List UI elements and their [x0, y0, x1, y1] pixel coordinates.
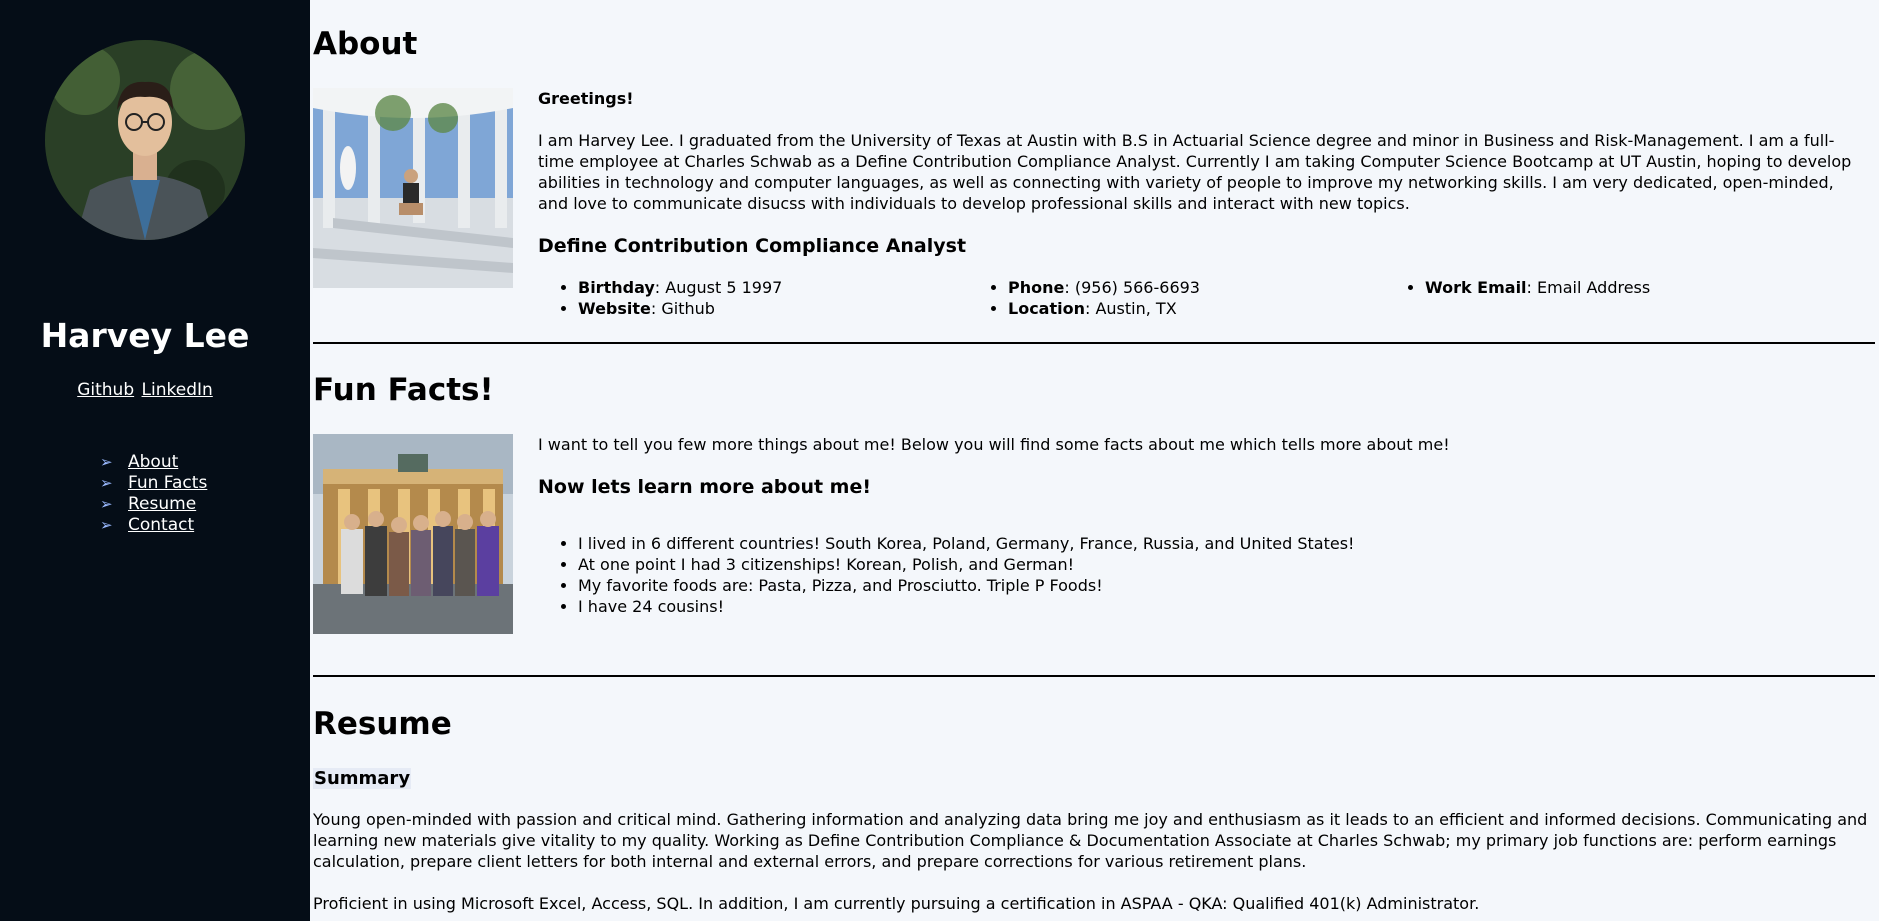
fun-facts-subheading: Now lets learn more about me! [538, 476, 872, 498]
about-paragraph: I am Harvey Lee. I graduated from the Un… [538, 131, 1852, 213]
nav-item-contact: ➢ Contact [100, 515, 207, 536]
sidebar: Harvey Lee Github LinkedIn ➢ About ➢ Fun… [0, 0, 310, 921]
about-photo [313, 88, 513, 288]
main-content: About Greetings! I am Harvey Lee. I grad… [313, 0, 1875, 921]
resume-heading: Resume [313, 706, 452, 742]
phone-label: Phone [1008, 278, 1065, 297]
website-item: Website: Github [578, 298, 782, 319]
fun-facts-heading: Fun Facts! [313, 372, 494, 408]
nav-link-resume[interactable]: Resume [128, 494, 196, 515]
fun-facts-intro: I want to tell you few more things about… [538, 435, 1450, 454]
avatar [45, 40, 245, 240]
nav-item-fun-facts: ➢ Fun Facts [100, 473, 207, 494]
section-divider [313, 675, 1875, 677]
location-value: : Austin, TX [1084, 299, 1177, 318]
email-item: Work Email: Email Address [1425, 277, 1650, 298]
arrow-icon: ➢ [100, 516, 113, 534]
email-label: Work Email [1425, 278, 1527, 297]
greeting-text: Greetings! [538, 89, 634, 108]
summary-title: Summary [313, 768, 412, 789]
birthday-value: : August 5 1997 [654, 278, 783, 297]
about-heading: About [313, 26, 418, 62]
profile-photo-image [45, 40, 245, 240]
fact-item: At one point I had 3 citizenships! Korea… [578, 554, 1354, 575]
section-divider [313, 342, 1875, 344]
nav-link-about[interactable]: About [128, 452, 178, 473]
arrow-icon: ➢ [100, 474, 113, 492]
location-label: Location [1008, 299, 1085, 318]
phone-item: Phone: (956) 566-6693 [1008, 277, 1200, 298]
job-title: Define Contribution Compliance Analyst [538, 235, 967, 257]
skills-paragraph: Proficient in using Microsoft Excel, Acc… [313, 894, 1480, 913]
fact-item: I have 24 cousins! [578, 596, 1354, 617]
email-value: : Email Address [1526, 278, 1651, 297]
arrow-icon: ➢ [100, 495, 113, 513]
birthday-item: Birthday: August 5 1997 [578, 277, 782, 298]
birthday-label: Birthday [578, 278, 655, 297]
website-label: Website [578, 299, 651, 318]
fact-item: I lived in 6 different countries! South … [578, 533, 1354, 554]
fun-facts-list: I lived in 6 different countries! South … [558, 533, 1354, 617]
info-list-left: Birthday: August 5 1997 Website: Github [558, 277, 782, 319]
nav-item-resume: ➢ Resume [100, 494, 207, 515]
phone-value: : (956) 566-6693 [1064, 278, 1200, 297]
nav-link-contact[interactable]: Contact [128, 515, 194, 536]
sidebar-nav: ➢ About ➢ Fun Facts ➢ Resume ➢ Contact [100, 452, 207, 536]
fact-item: My favorite foods are: Pasta, Pizza, and… [578, 575, 1354, 596]
nav-item-about: ➢ About [100, 452, 207, 473]
linkedin-link[interactable]: LinkedIn [142, 380, 213, 400]
profile-name: Harvey Lee [40, 316, 250, 355]
info-list-right: Work Email: Email Address [1405, 277, 1650, 298]
website-value: : Github [650, 299, 715, 318]
info-list-middle: Phone: (956) 566-6693 Location: Austin, … [988, 277, 1200, 319]
about-photo-image [313, 88, 513, 288]
social-links: Github LinkedIn [0, 380, 290, 400]
nav-link-fun-facts[interactable]: Fun Facts [128, 473, 207, 494]
fun-facts-photo-image [313, 434, 513, 634]
location-item: Location: Austin, TX [1008, 298, 1200, 319]
fun-facts-photo [313, 434, 513, 634]
github-link[interactable]: Github [77, 380, 134, 400]
summary-paragraph: Young open-minded with passion and criti… [313, 810, 1868, 871]
arrow-icon: ➢ [100, 453, 113, 471]
